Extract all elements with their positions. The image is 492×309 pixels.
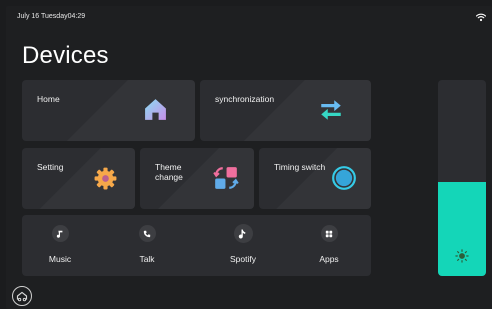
theme-change-tile[interactable]: Theme change <box>140 148 254 209</box>
timing-switch-tile[interactable]: Timing switch <box>259 148 371 209</box>
home-tile-label: Home <box>37 94 60 104</box>
music-button[interactable]: Music <box>30 215 90 276</box>
setting-tile[interactable]: Setting <box>22 148 135 209</box>
spotify-label: Spotify <box>230 254 256 264</box>
music-label: Music <box>48 254 72 264</box>
timing-switch-tile-label: Timing switch <box>274 162 326 172</box>
timer-ring-icon <box>332 166 356 190</box>
talk-button[interactable]: Talk <box>117 215 177 276</box>
talk-label: Talk <box>139 254 155 264</box>
status-datetime: July 16 Tuesday04:29 <box>17 13 86 20</box>
home-tile[interactable]: Home <box>22 80 195 141</box>
apps-label: Apps <box>319 254 339 264</box>
wifi-icon <box>476 13 486 22</box>
apps-grid-icon <box>320 225 338 242</box>
gear-icon <box>94 167 117 190</box>
brightness-slider[interactable] <box>438 80 486 276</box>
car-home-button[interactable] <box>12 286 32 306</box>
sync-arrows-icon <box>321 100 341 120</box>
spotify-note-icon <box>233 224 253 243</box>
music-note-icon <box>51 225 69 242</box>
page-title: Devices <box>22 42 109 69</box>
phone-icon <box>138 225 156 242</box>
theme-change-tile-label: Theme change <box>155 162 183 182</box>
media-bar: Music Talk Spotify Apps <box>22 215 371 276</box>
theme-change-icon <box>213 167 239 189</box>
synchronization-tile[interactable]: synchronization <box>200 80 371 141</box>
setting-tile-label: Setting <box>37 162 64 172</box>
spotify-button[interactable]: Spotify <box>213 215 273 276</box>
synchronization-tile-label: synchronization <box>215 94 275 104</box>
house-icon <box>145 99 166 120</box>
apps-button[interactable]: Apps <box>299 215 359 276</box>
sun-icon <box>455 249 469 263</box>
car-home-icon <box>16 291 28 302</box>
